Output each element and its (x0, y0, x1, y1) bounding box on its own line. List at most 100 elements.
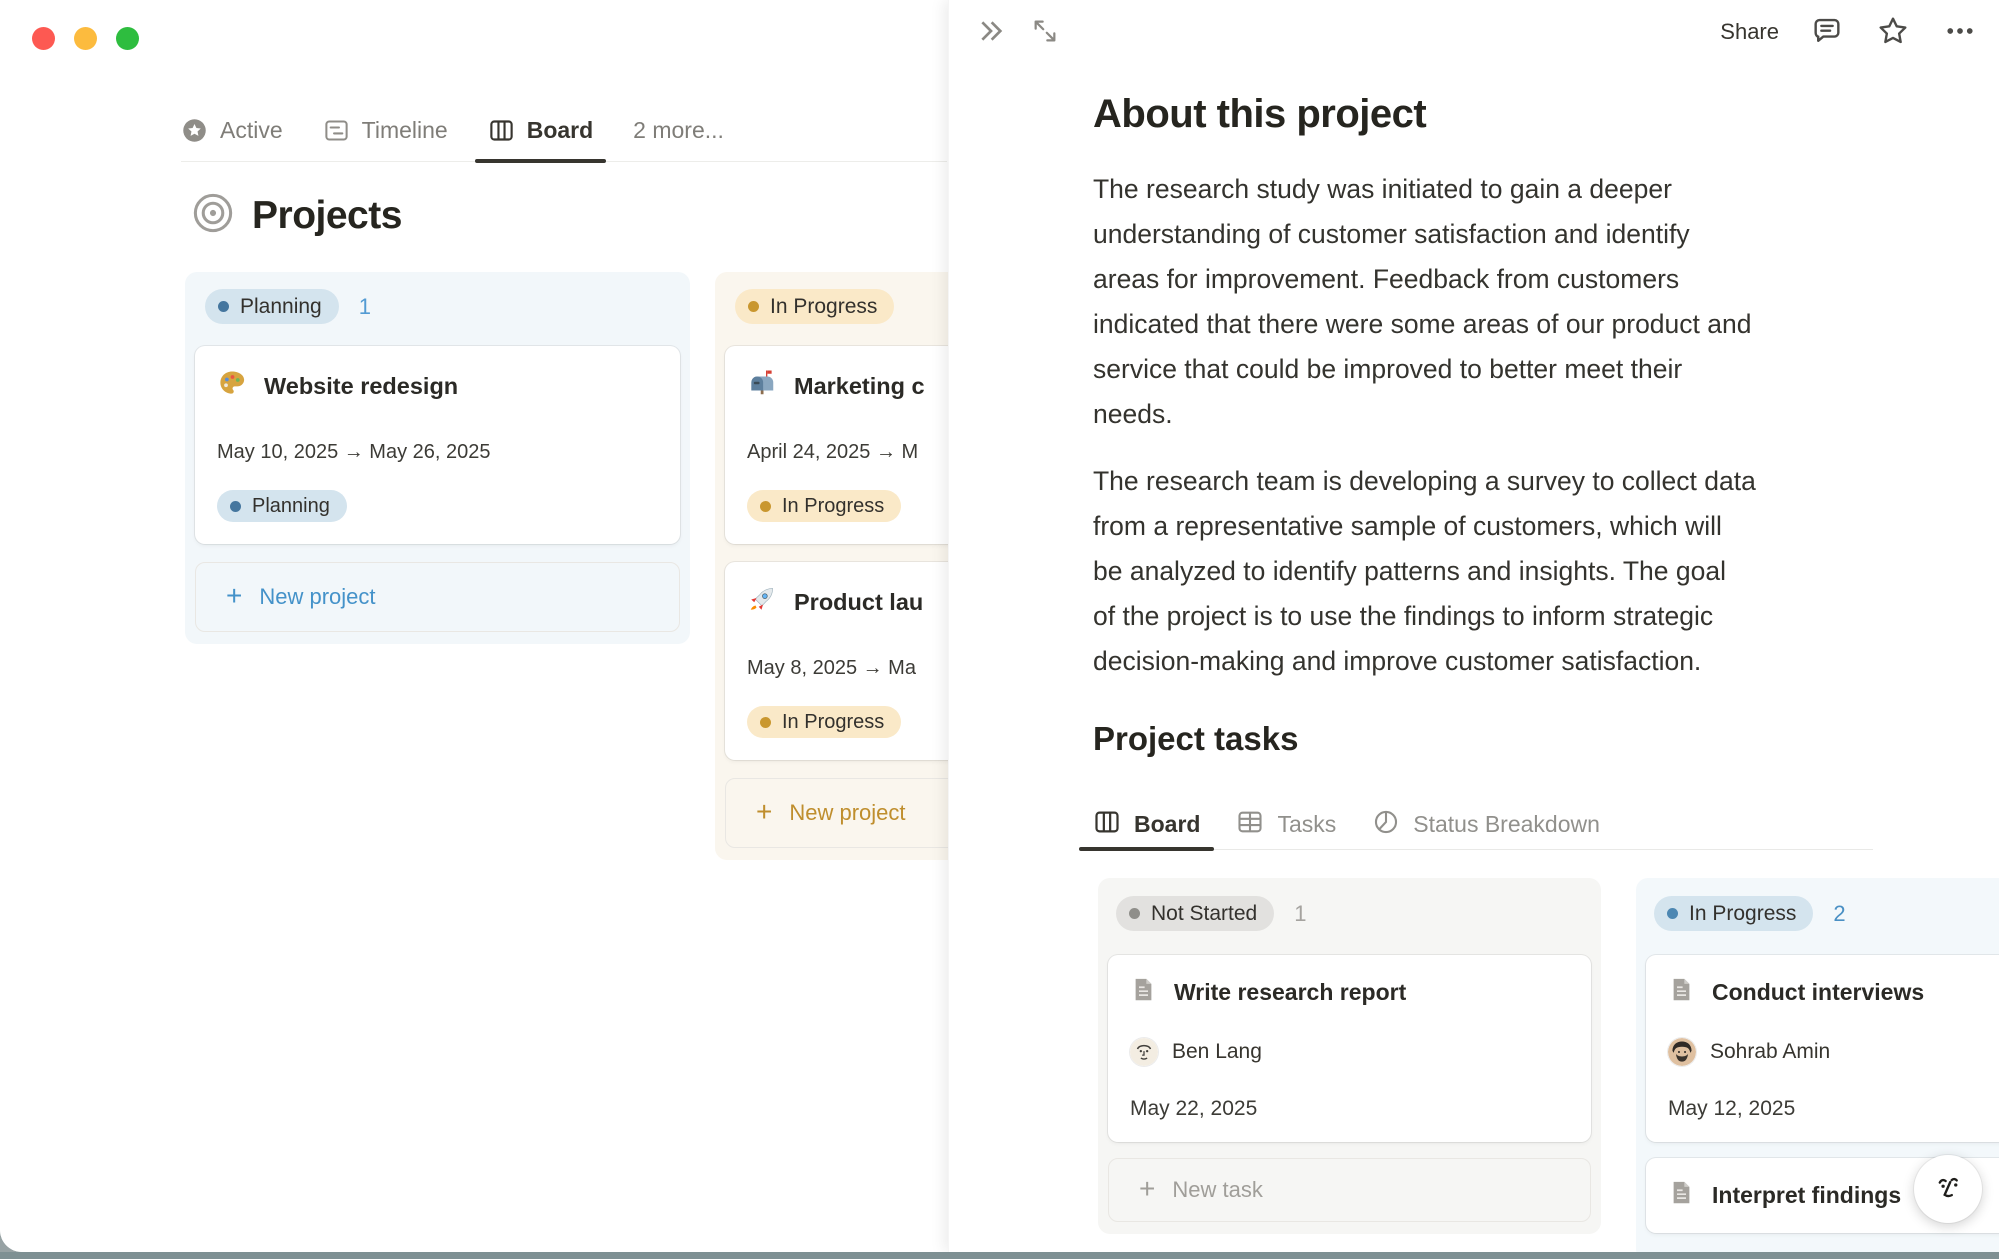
avatar (1130, 1038, 1158, 1066)
share-button[interactable]: Share (1720, 19, 1779, 45)
board-icon (1093, 808, 1121, 842)
pie-chart-icon (1372, 808, 1400, 842)
view-tab-label: Timeline (362, 117, 448, 144)
side-peek-panel: Share About this (948, 0, 1999, 1252)
plus-icon: + (226, 582, 242, 610)
page-header: Projects (190, 190, 402, 241)
view-tab-more[interactable]: 2 more... (633, 100, 724, 161)
close-peek-button[interactable] (975, 15, 1007, 50)
expand-diagonal-icon (1031, 17, 1059, 48)
window-controls (32, 27, 139, 50)
database-view-tabs: Active Timeline Board 2 more... (181, 100, 947, 162)
assignee-name: Sohrab Amin (1710, 1040, 1830, 1064)
ellipsis-icon (1942, 13, 1978, 52)
status-pill-in-progress[interactable]: In Progress (735, 289, 894, 324)
card-title: Write research report (1174, 979, 1406, 1006)
view-tab-label: Active (220, 117, 283, 144)
new-project-button[interactable]: + New project (195, 562, 680, 632)
column-count: 2 (1833, 901, 1845, 927)
card-title: Interpret findings (1712, 1182, 1901, 1209)
card-title: Website redesign (264, 373, 458, 400)
project-card-website-redesign[interactable]: Website redesign May 10, 2025 → May 26, … (195, 346, 680, 544)
board-icon (488, 117, 515, 144)
tasks-subheading: Project tasks (1093, 720, 1999, 758)
column-header: Not Started 1 (1116, 896, 1591, 931)
rocket-emoji-icon (747, 584, 777, 620)
comment-bubble-icon (1810, 14, 1844, 51)
tasks-view-tabs: Board Tasks Status Breakdown (1093, 800, 1873, 850)
view-tab-label: 2 more... (633, 117, 724, 144)
tasks-column-not-started: Not Started 1 Write research report (1098, 878, 1601, 1234)
app-window: Active Timeline Board 2 more... (0, 0, 1999, 1252)
assignee-row: Ben Lang (1130, 1038, 1569, 1066)
double-chevron-right-icon (975, 15, 1007, 50)
column-count: 1 (1294, 901, 1306, 927)
page-title: Projects (252, 194, 402, 238)
plus-icon: + (756, 798, 772, 826)
minimize-window-button[interactable] (74, 27, 97, 50)
view-tab-active[interactable]: Active (181, 100, 283, 161)
status-dot (230, 501, 241, 512)
card-title: Product lau (794, 589, 923, 616)
close-window-button[interactable] (32, 27, 55, 50)
avatar (1668, 1038, 1696, 1066)
tasks-tab-status-breakdown[interactable]: Status Breakdown (1372, 800, 1600, 849)
column-header: Planning 1 (205, 289, 680, 324)
status-dot (760, 501, 771, 512)
task-card-write-research-report[interactable]: Write research report Ben Lang May 22, 2… (1108, 955, 1591, 1142)
card-status-tag: Planning (217, 490, 347, 522)
card-date: May 12, 2025 (1668, 1097, 1999, 1121)
board-column-planning: Planning 1 Website redesign May 10, 2025… (185, 272, 690, 644)
view-tab-label: Board (527, 117, 593, 144)
card-title: Conduct interviews (1712, 979, 1924, 1006)
page-icon (1668, 1179, 1695, 1212)
tasks-tab-board[interactable]: Board (1093, 800, 1200, 849)
column-count: 1 (359, 294, 371, 320)
new-task-button[interactable]: + New task (1108, 1158, 1591, 1222)
mailbox-emoji-icon (747, 368, 777, 404)
bullseye-icon[interactable] (190, 190, 236, 241)
view-tab-board[interactable]: Board (488, 100, 593, 161)
ai-face-icon (1929, 1169, 1967, 1210)
status-dot (1667, 908, 1678, 919)
status-dot (1129, 908, 1140, 919)
plus-icon: + (1139, 1175, 1155, 1203)
assignee-name: Ben Lang (1172, 1040, 1262, 1064)
status-pill-planning[interactable]: Planning (205, 289, 339, 324)
page-icon (1668, 976, 1695, 1009)
assignee-row: Sohrab Amin (1668, 1038, 1999, 1066)
card-title: Marketing c (794, 373, 925, 400)
table-icon (1236, 808, 1264, 842)
column-header: In Progress 2 (1654, 896, 1999, 931)
card-status-tag: In Progress (747, 706, 901, 738)
star-icon (1875, 13, 1911, 52)
more-options-button[interactable] (1942, 13, 1978, 52)
paragraph: The research team is developing a survey… (1093, 459, 1893, 684)
tasks-board: Not Started 1 Write research report (1098, 878, 1999, 1252)
status-dot (760, 717, 771, 728)
expand-page-button[interactable] (1031, 17, 1059, 48)
favorite-button[interactable] (1875, 13, 1911, 52)
paragraph: The research study was initiated to gain… (1093, 167, 1893, 437)
peek-toolbar: Share (949, 0, 1999, 64)
star-badge-icon (181, 117, 208, 144)
card-date-range: May 10, 2025 → May 26, 2025 (217, 441, 658, 464)
comments-button[interactable] (1810, 14, 1844, 51)
card-status-tag: In Progress (747, 490, 901, 522)
status-pill-in-progress[interactable]: In Progress (1654, 896, 1813, 931)
window-bottom-edge (0, 1252, 1999, 1259)
zoom-window-button[interactable] (116, 27, 139, 50)
timeline-icon (323, 117, 350, 144)
page-icon (1130, 976, 1157, 1009)
task-card-conduct-interviews[interactable]: Conduct interviews Sohrab Amin May 12, 2… (1646, 955, 1999, 1142)
peek-content: About this project The research study wa… (1093, 92, 1999, 1252)
peek-heading: About this project (1093, 92, 1999, 137)
tasks-tab-tasks[interactable]: Tasks (1236, 800, 1336, 849)
status-dot (218, 301, 229, 312)
card-date: May 22, 2025 (1130, 1097, 1569, 1121)
notion-ai-button[interactable] (1914, 1155, 1982, 1223)
status-pill-not-started[interactable]: Not Started (1116, 896, 1274, 931)
status-dot (748, 301, 759, 312)
view-tab-timeline[interactable]: Timeline (323, 100, 448, 161)
palette-emoji-icon (217, 368, 247, 404)
